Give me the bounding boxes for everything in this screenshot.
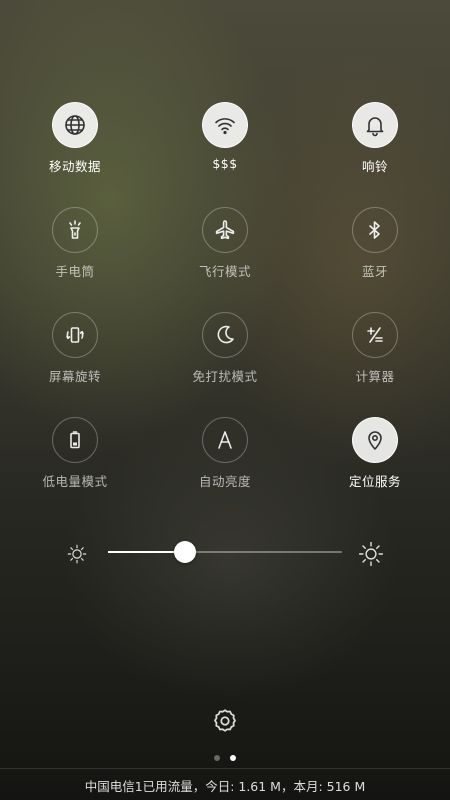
tile-auto-brightness[interactable]: 自动亮度 (150, 413, 300, 518)
tile-calculator[interactable]: 计算器 (300, 308, 450, 413)
tile-label: 屏幕旋转 (48, 369, 101, 384)
tile-label: 响铃 (361, 159, 388, 174)
tile-row: 移动数据 $$$ 响铃 (0, 98, 450, 203)
brightness-control (0, 535, 450, 571)
tile-do-not-disturb[interactable]: 免打扰模式 (150, 308, 300, 413)
globe-icon (65, 115, 85, 135)
tile-label: 手电筒 (55, 264, 95, 279)
tile-flashlight[interactable]: 手电筒 (0, 203, 150, 308)
auto-brightness-icon (218, 431, 232, 449)
location-circle (352, 417, 398, 463)
location-icon (368, 431, 382, 450)
auto-brightness-circle (202, 417, 248, 463)
tile-row: 手电筒 飞行模式 蓝牙 (0, 203, 450, 308)
calculator-icon (367, 327, 383, 343)
brightness-high-icon (358, 541, 384, 567)
tile-label: 移动数据 (48, 159, 101, 174)
mobile-data-circle (52, 102, 98, 148)
wifi-circle (202, 102, 248, 148)
brightness-slider[interactable] (108, 551, 342, 553)
tile-label: 计算器 (355, 369, 395, 384)
airplane-icon (215, 220, 235, 240)
tile-label: 免打扰模式 (192, 369, 258, 384)
tile-airplane-mode[interactable]: 飞行模式 (150, 203, 300, 308)
tile-wifi[interactable]: $$$ (150, 98, 300, 203)
airplane-circle (202, 207, 248, 253)
tile-label: 飞行模式 (198, 264, 251, 279)
tile-low-power-mode[interactable]: 低电量模式 (0, 413, 150, 518)
gear-icon (214, 709, 236, 732)
data-usage-text: 中国电信1已用流量，今日: 1.61 M，本月: 516 M (84, 779, 366, 794)
page-dot[interactable] (230, 755, 236, 761)
ringer-circle (352, 102, 398, 148)
wifi-icon (215, 118, 235, 135)
tile-bluetooth[interactable]: 蓝牙 (300, 203, 450, 308)
tile-label: 蓝牙 (361, 264, 388, 279)
flashlight-circle (52, 207, 98, 253)
dnd-circle (202, 312, 248, 358)
tile-screen-rotation[interactable]: 屏幕旋转 (0, 308, 150, 413)
settings-button[interactable] (210, 706, 240, 736)
footer-divider (0, 768, 450, 769)
tile-label: $$$ (212, 156, 238, 171)
tile-location-services[interactable]: 定位服务 (300, 413, 450, 518)
tile-label: 定位服务 (348, 474, 401, 489)
tile-ringer[interactable]: 响铃 (300, 98, 450, 203)
tile-label: 低电量模式 (42, 474, 108, 489)
quick-settings-grid: 移动数据 $$$ 响铃 手电筒 飞行模式 蓝牙 屏幕旋转 免打扰模式 计算器 低… (0, 98, 450, 518)
page-indicator (0, 755, 450, 761)
rotate-screen-icon (66, 327, 84, 343)
battery-low-icon (70, 431, 80, 449)
moon-icon (217, 325, 234, 344)
low-power-circle (52, 417, 98, 463)
flashlight-icon (69, 220, 81, 239)
page-dot[interactable] (214, 755, 220, 761)
rotation-circle (52, 312, 98, 358)
brightness-slider-thumb[interactable] (174, 541, 197, 563)
tile-label: 自动亮度 (198, 474, 251, 489)
tile-row: 低电量模式 自动亮度 定位服务 (0, 413, 450, 518)
tile-row: 屏幕旋转 免打扰模式 计算器 (0, 308, 450, 413)
calculator-circle (352, 312, 398, 358)
brightness-low-icon (66, 543, 88, 565)
tile-mobile-data[interactable]: 移动数据 (0, 98, 150, 203)
bluetooth-circle (352, 207, 398, 253)
bell-icon (366, 117, 384, 137)
bluetooth-icon (369, 221, 380, 239)
